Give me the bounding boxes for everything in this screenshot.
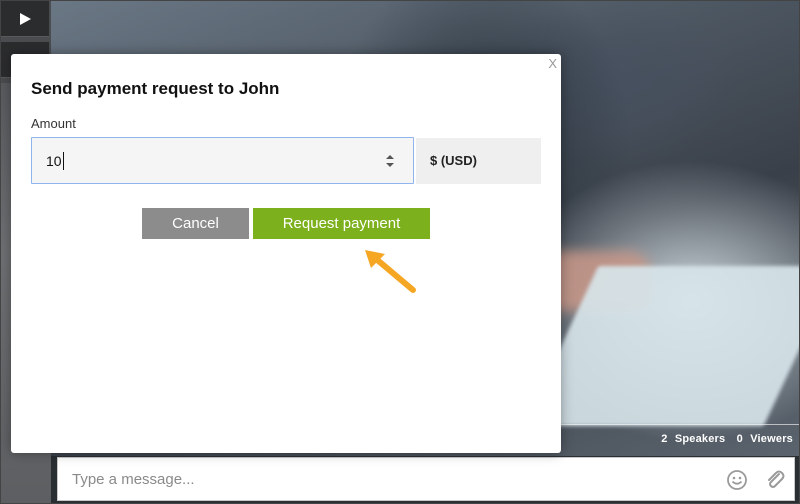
play-icon bbox=[20, 12, 31, 25]
viewers-label: Viewers bbox=[750, 433, 793, 445]
request-payment-button[interactable]: Request payment bbox=[253, 208, 430, 239]
message-bar bbox=[57, 457, 795, 501]
emoji-icon[interactable] bbox=[726, 469, 748, 491]
stepper-arrows-icon[interactable] bbox=[385, 154, 395, 168]
close-button[interactable]: X bbox=[548, 56, 557, 71]
amount-label: Amount bbox=[31, 116, 76, 131]
play-button[interactable] bbox=[1, 1, 49, 37]
viewers-count: 0 bbox=[736, 433, 743, 445]
attachment-icon[interactable] bbox=[764, 468, 786, 492]
speakers-count: 2 bbox=[661, 433, 668, 445]
participant-counts: 2 Speakers 0 Viewers bbox=[657, 433, 793, 445]
cancel-button[interactable]: Cancel bbox=[142, 208, 249, 239]
speakers-label: Speakers bbox=[674, 433, 726, 445]
dialog-title: Send payment request to John bbox=[31, 79, 280, 98]
payment-request-dialog: X Send payment request to John Amount 10… bbox=[11, 54, 561, 453]
currency-display: $ (USD) bbox=[416, 138, 541, 184]
message-input[interactable] bbox=[58, 458, 698, 500]
annotation-arrow-icon bbox=[365, 250, 416, 293]
amount-input[interactable]: 10 bbox=[31, 137, 414, 184]
amount-value: 10 bbox=[46, 153, 62, 169]
text-cursor bbox=[63, 152, 64, 170]
app-window: 2 Speakers 0 Viewers X Send payment requ… bbox=[0, 0, 800, 504]
currency-label: $ (USD) bbox=[430, 153, 477, 168]
